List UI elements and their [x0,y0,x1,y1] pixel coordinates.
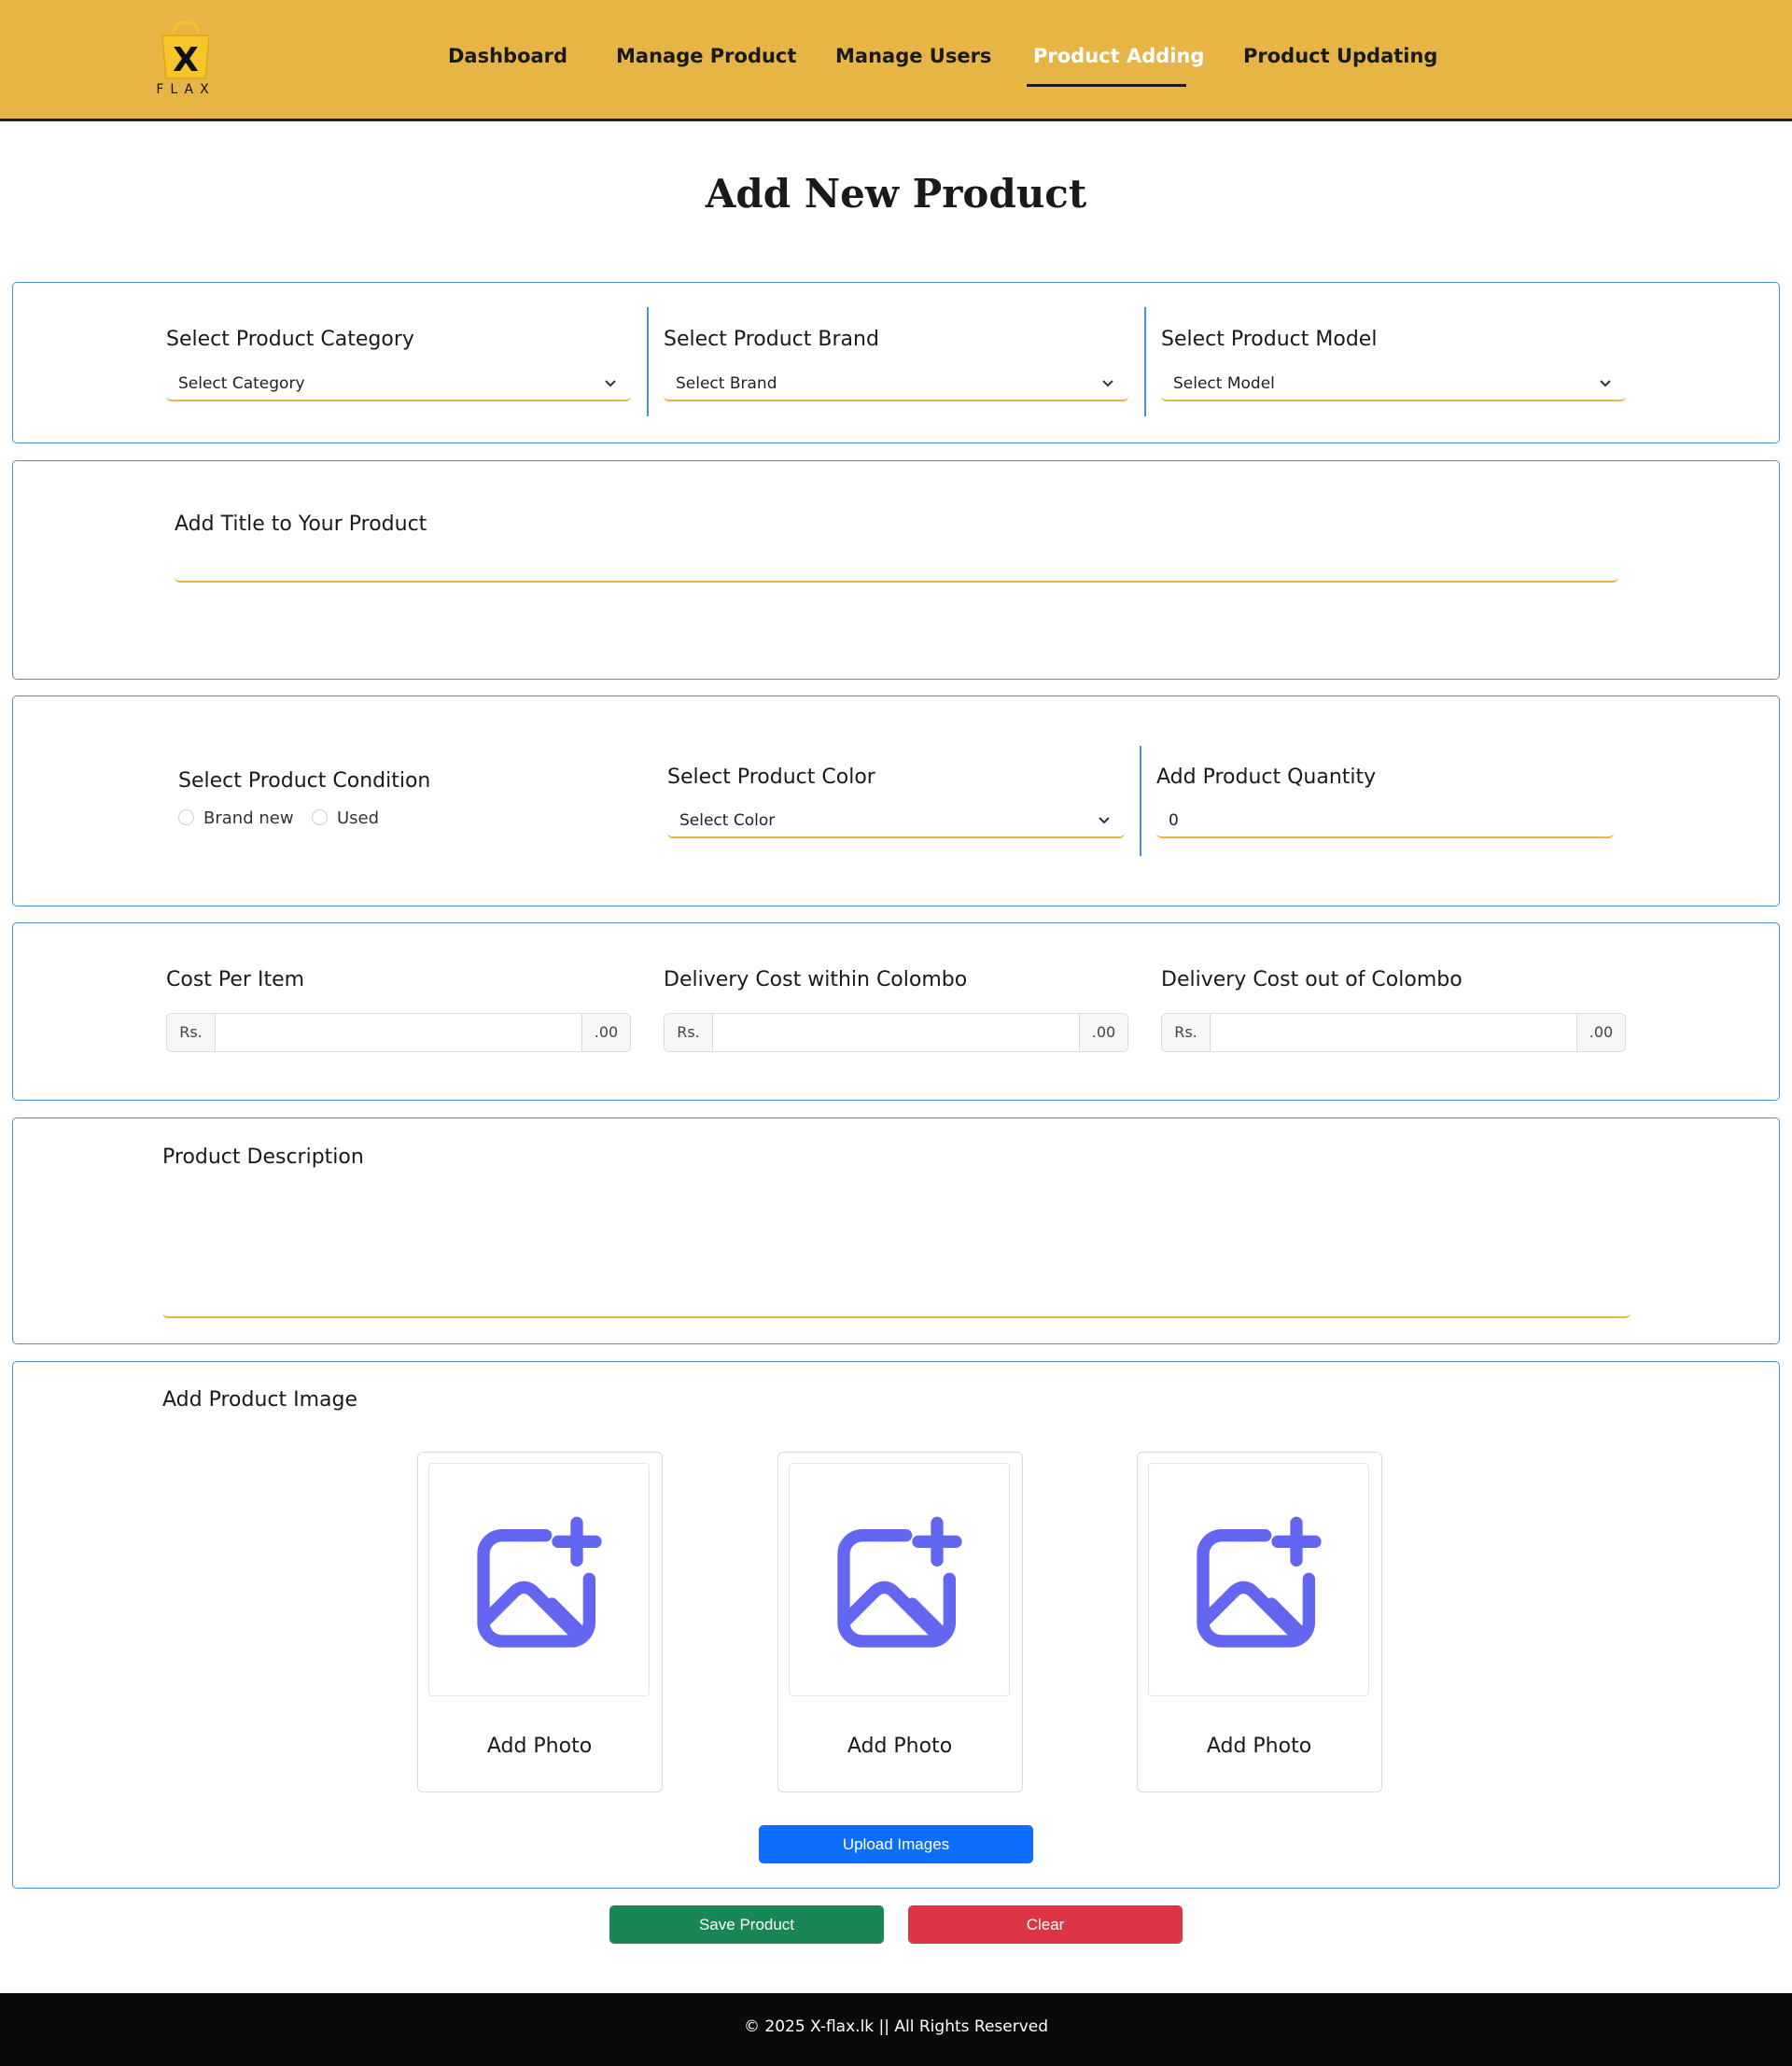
delivery-out-colombo-input[interactable]: Rs. .00 [1161,1013,1626,1052]
quantity-value: 0 [1169,811,1179,830]
category-select-value: Select Category [178,374,305,393]
brand-select[interactable]: Select Brand [664,366,1128,401]
footer-copyright: © 2025 X-flax.lk || All Rights Reserved [743,2017,1049,2036]
nav-product-adding[interactable]: Product Adding [1033,45,1204,67]
model-label: Select Product Model [1161,328,1378,351]
nav-dashboard[interactable]: Dashboard [448,45,567,67]
delivery-within-colombo-label: Delivery Cost within Colombo [664,968,968,991]
category-select[interactable]: Select Category [166,366,631,401]
radio-brand-new[interactable]: Brand new [178,808,294,828]
model-select[interactable]: Select Model [1161,366,1626,401]
brand-select-value: Select Brand [676,374,777,393]
description-label: Product Description [162,1145,364,1169]
decimal-suffix: .00 [1079,1014,1127,1051]
description-textarea[interactable] [162,1176,1631,1318]
cost-per-item-label: Cost Per Item [166,968,305,991]
decimal-suffix: .00 [581,1014,630,1051]
category-label: Select Product Category [166,328,414,351]
upload-images-button[interactable]: Upload Images [759,1825,1033,1863]
nav-manage-product[interactable]: Manage Product [616,45,796,67]
radio-circle[interactable] [178,809,194,825]
image-section-label: Add Product Image [162,1388,358,1412]
currency-prefix: Rs. [167,1014,216,1051]
radio-used[interactable]: Used [312,808,379,828]
photo-preview [789,1463,1010,1696]
chevron-down-icon [605,380,616,387]
color-select[interactable]: Select Color [667,803,1125,838]
quantity-label: Add Product Quantity [1156,766,1377,789]
nav-product-updating[interactable]: Product Updating [1243,45,1437,67]
nav-manage-users[interactable]: Manage Users [835,45,991,67]
chevron-down-icon [1102,380,1113,387]
column-divider [1140,746,1141,856]
currency-prefix: Rs. [665,1014,713,1051]
add-photo-card-2[interactable]: Add Photo [777,1452,1023,1792]
product-title-input[interactable] [175,541,1618,583]
product-title-card: Add Title to Your Product [12,460,1780,680]
page-title: Add New Product [705,171,1087,217]
brand-label: Select Product Brand [664,328,879,351]
radio-used-label: Used [337,808,380,828]
condition-label: Select Product Condition [178,769,431,793]
condition-radio-group: Brand new Used [178,808,458,833]
top-navbar: X FLAX Dashboard Manage Product Manage U… [0,0,1792,121]
model-select-value: Select Model [1173,374,1275,393]
column-divider [647,307,649,416]
quantity-input[interactable]: 0 [1156,803,1614,838]
active-nav-underline [1027,84,1186,87]
color-select-value: Select Color [679,811,776,830]
add-photo-label: Add Photo [486,1735,593,1758]
clear-button[interactable]: Clear [908,1905,1183,1944]
product-title-label: Add Title to Your Product [175,513,427,536]
color-label: Select Product Color [667,766,875,789]
add-photo-label: Add Photo [847,1735,953,1758]
cost-per-item-input[interactable]: Rs. .00 [166,1013,631,1052]
delivery-within-colombo-input[interactable]: Rs. .00 [664,1013,1128,1052]
radio-brand-new-label: Brand new [203,808,294,828]
currency-prefix: Rs. [1162,1014,1211,1051]
chevron-down-icon [1600,380,1611,387]
add-photo-card-3[interactable]: Add Photo [1137,1452,1382,1792]
photo-preview [428,1463,650,1696]
photo-preview [1148,1463,1369,1696]
add-image-icon [1197,1516,1322,1648]
save-product-button[interactable]: Save Product [609,1905,884,1944]
condition-color-quantity-card: Select Product Condition Brand new Used … [12,696,1780,907]
category-brand-model-card: Select Product Category Select Category … [12,282,1780,443]
add-image-icon [477,1516,602,1648]
cost-card: Cost Per Item Rs. .00 Delivery Cost with… [12,922,1780,1101]
delivery-out-colombo-label: Delivery Cost out of Colombo [1161,968,1463,991]
main-nav: Dashboard Manage Product Manage Users Pr… [0,45,1792,91]
decimal-suffix: .00 [1576,1014,1625,1051]
add-photo-label: Add Photo [1206,1735,1312,1758]
add-photo-card-1[interactable]: Add Photo [417,1452,663,1792]
chevron-down-icon [1099,817,1110,824]
description-card: Product Description [12,1117,1780,1344]
add-image-icon [837,1516,962,1648]
column-divider [1144,307,1146,416]
footer: © 2025 X-flax.lk || All Rights Reserved [0,1993,1792,2066]
radio-circle[interactable] [312,809,328,825]
